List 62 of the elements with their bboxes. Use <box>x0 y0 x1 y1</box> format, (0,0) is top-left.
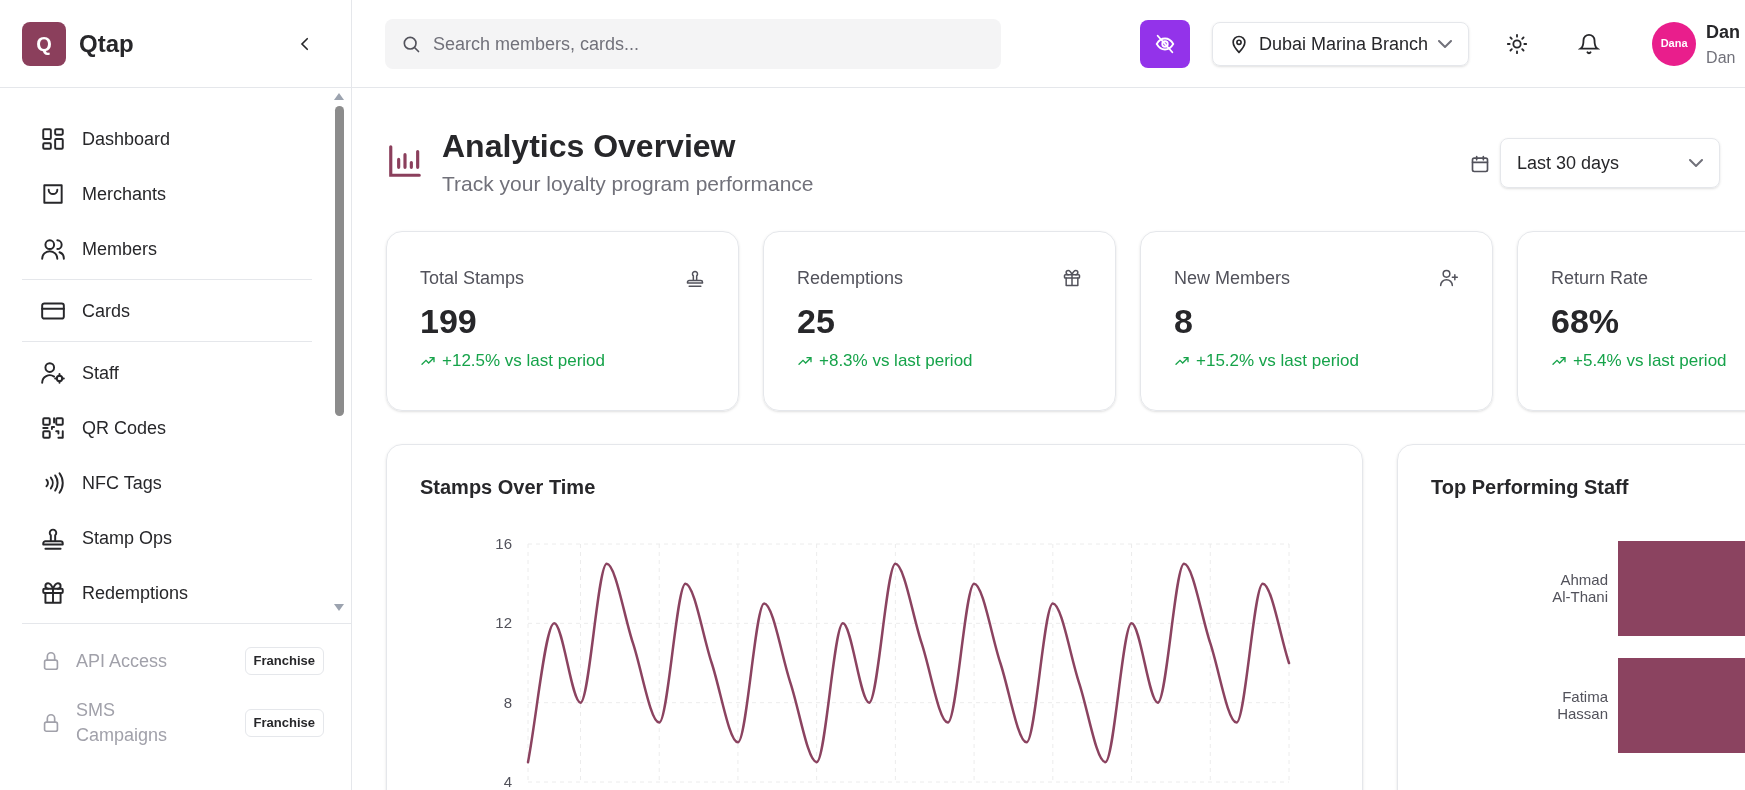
chart-title: Stamps Over Time <box>420 475 596 498</box>
stat-change: +15.2% vs last period <box>1196 350 1359 372</box>
chevron-down-icon <box>1689 159 1703 167</box>
stat-label: New Members <box>1174 266 1291 290</box>
logo-badge: Q <box>22 21 66 66</box>
nav-item[interactable]: Stamp Ops <box>22 510 312 565</box>
nav-item[interactable]: QR Codes <box>22 400 312 455</box>
nav-item[interactable]: Staff <box>22 345 312 400</box>
plan-badge: Franchise <box>244 708 324 738</box>
calendar-icon <box>1470 154 1490 174</box>
stat-change: +8.3% vs last period <box>819 350 973 372</box>
search-field[interactable]: Search members, cards... <box>385 18 1001 69</box>
chevron-down-icon <box>1438 39 1453 48</box>
locked-nav-item[interactable]: SMS Campaigns Franchise <box>22 692 352 754</box>
bell-icon <box>1578 32 1601 55</box>
plan-badge: Franchise <box>244 646 324 676</box>
user-name: Dan <box>1706 20 1741 44</box>
qr-code-icon <box>40 414 66 441</box>
gift-icon <box>1062 267 1082 288</box>
y-tick-label: 4 <box>503 772 512 790</box>
scroll-down-arrow-icon[interactable] <box>333 602 345 612</box>
stat-value: 68% <box>1551 300 1621 342</box>
staff-name: Fatima Hassan <box>1556 688 1608 722</box>
user-role: Dan <box>1706 47 1737 68</box>
search-input: Search members, cards... <box>433 29 985 58</box>
stat-value: 25 <box>797 300 836 342</box>
nav-item[interactable]: Merchants <box>22 166 312 221</box>
stat-label: Return Rate <box>1551 266 1649 290</box>
visibility-toggle-button[interactable] <box>1140 19 1190 68</box>
nav-item[interactable]: Dashboard <box>22 111 312 166</box>
bar-chart-icon <box>386 142 424 180</box>
dashboard-grid-icon <box>40 125 66 152</box>
nav-item[interactable]: NFC Tags <box>22 455 312 510</box>
nav-item[interactable]: Redemptions <box>22 565 312 620</box>
y-tick-label: 16 <box>495 534 512 552</box>
scrollbar[interactable] <box>332 92 346 612</box>
stat-change: +12.5% vs last period <box>442 350 605 372</box>
stat-change: +5.4% vs last period <box>1573 350 1727 372</box>
scroll-up-arrow-icon[interactable] <box>333 92 345 102</box>
nav-item[interactable]: Cards <box>22 283 312 338</box>
brand-name: Qtap <box>79 28 134 59</box>
eye-off-icon <box>1154 32 1176 55</box>
stat-label: Total Stamps <box>420 266 525 290</box>
user-avatar[interactable]: Dana <box>1652 21 1697 66</box>
y-tick-label: 8 <box>503 693 512 711</box>
stat-label: Redemptions <box>797 266 904 290</box>
gift-icon <box>40 579 66 606</box>
staff-name: Ahmad Al-Thani <box>1551 571 1608 605</box>
map-pin-icon <box>1229 33 1249 54</box>
page-subtitle: Track your loyalty program performance <box>442 171 814 197</box>
date-range-select[interactable]: Last 30 days <box>1500 138 1720 188</box>
y-tick-label: 12 <box>495 613 512 631</box>
stat-value: 199 <box>420 300 478 342</box>
chart-title: Top Performing Staff <box>1431 475 1629 498</box>
user-settings-icon <box>40 359 66 386</box>
user-plus-icon <box>1439 267 1459 288</box>
sun-icon <box>1506 32 1529 55</box>
branch-select[interactable]: Dubai Marina Branch <box>1212 21 1470 66</box>
page-title: Analytics Overview <box>442 127 737 166</box>
nav-item[interactable]: Members <box>22 221 312 276</box>
locked-nav-item[interactable]: API Access Franchise <box>22 630 352 692</box>
stat-value: 8 <box>1174 300 1194 342</box>
